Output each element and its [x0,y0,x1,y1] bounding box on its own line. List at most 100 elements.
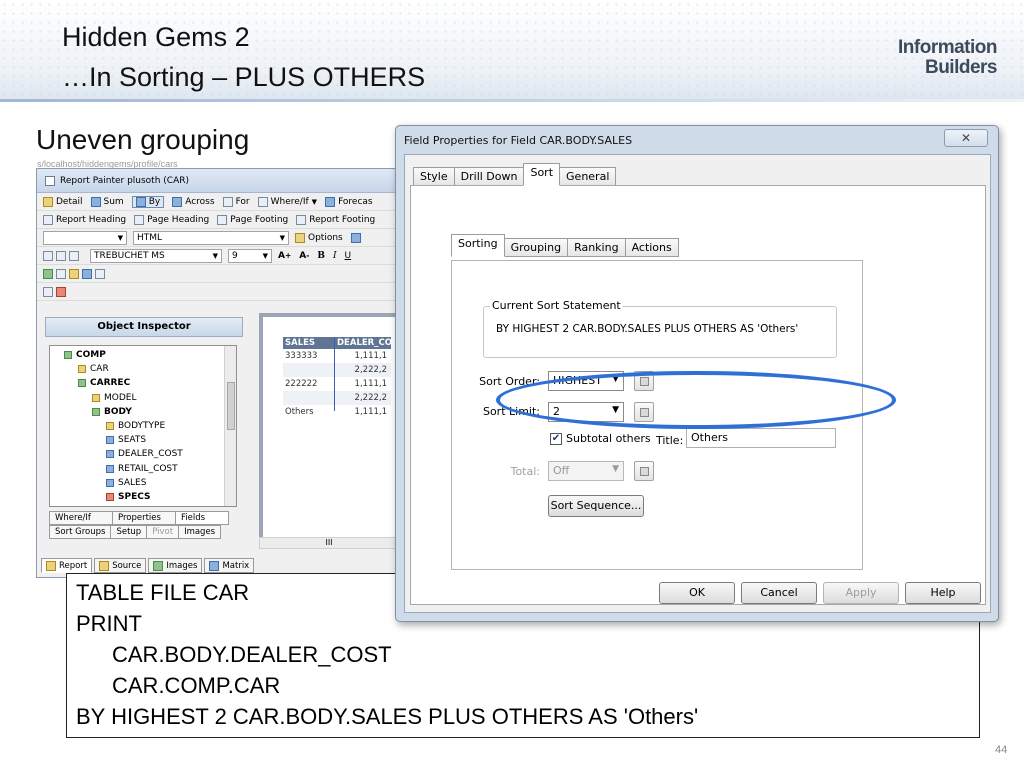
misc-buttons[interactable] [43,286,69,297]
tab-properties[interactable]: Properties [112,511,176,525]
frame-icon [43,286,53,297]
page-footing-button[interactable]: Page Footing [217,214,288,225]
object-inspector-panel: Object Inspector COMP CAR CARREC MODEL BODY B… [45,317,243,543]
tree-item-label: BODYTYPE [118,421,166,432]
for-button[interactable]: For [222,196,250,207]
report-row: 222222 1,111,1 [283,377,391,391]
underline-button[interactable]: U [345,251,352,261]
tree-item[interactable]: SPECS [50,490,236,504]
options-button[interactable]: Options [295,232,343,243]
tab-images-view[interactable]: Images [148,558,203,573]
tree-item-label: LENGTH [132,506,168,507]
matrix-icon [209,560,220,571]
report-footing-button[interactable]: Report Footing [296,214,375,225]
tree-item[interactable]: RETAIL_COST [50,462,236,476]
subtotal-others-checkbox[interactable]: ✔ [550,433,562,445]
style-combo[interactable]: ▼ [43,230,127,245]
toolbar-tools [37,265,397,283]
sort-limit-value: 2 [553,405,560,418]
font-combo[interactable]: TREBUCHET MS ▼ [90,248,222,263]
apply-button[interactable]: Apply [823,582,899,604]
dialog-title: Field Properties for Field CAR.BODY.SALE… [404,134,633,147]
columns-icon [69,250,79,261]
tree-item[interactable]: BODYTYPE [50,419,236,433]
where-if-button[interactable]: Where/If ▼ [257,196,317,207]
tab-images[interactable]: Images [178,525,222,539]
canvas-hscrollbar[interactable]: III [259,537,397,549]
grow-font-button[interactable]: A + [278,251,291,261]
tab-source-label: Source [112,560,142,571]
segment-icon [78,379,86,388]
toolbar-misc [37,283,397,301]
italic-button[interactable]: I [333,251,337,261]
tree-rows: COMP CAR CARREC MODEL BODY BODYTYPE SEATS DEALE… [50,346,236,507]
sort-limit-select[interactable]: 2 ▼ [548,402,624,422]
tab-setup[interactable]: Setup [110,525,148,539]
across-button[interactable]: Across [172,196,215,207]
tree-item[interactable]: DEALER_COST [50,447,236,461]
sort-order-select[interactable]: HIGHEST ▼ [548,371,624,391]
by-label: By [148,196,161,207]
tab-fields[interactable]: Fields [175,511,229,525]
tab-report[interactable]: Report [41,558,93,573]
cancel-button[interactable]: Cancel [741,582,817,604]
tree-item[interactable]: BODY [50,405,236,419]
report-page[interactable]: SALES DEALER_COS 333333 1,111,1 2,222,2 222… [263,317,397,543]
tab-source[interactable]: Source [94,558,147,573]
sort-order-picker-button[interactable] [634,371,654,391]
tree-item[interactable]: SEATS [50,433,236,447]
tab-style[interactable]: Style [413,167,455,186]
picker-icon [640,467,649,476]
page-heading-button[interactable]: Page Heading [134,214,209,225]
tab-drill-down[interactable]: Drill Down [453,167,525,186]
tab-ranking[interactable]: Ranking [567,238,626,257]
shrink-font-button[interactable]: A- [299,251,309,261]
title-input[interactable]: Others [686,428,836,448]
total-picker-button[interactable] [634,461,654,481]
tree-item[interactable]: CAR [50,362,236,376]
report-cell: 1,111,1 [354,351,387,361]
help-button[interactable]: Help [905,582,981,604]
tab-matrix[interactable]: Matrix [204,558,255,573]
tree-item[interactable]: LENGTH [50,504,236,507]
format-combo[interactable]: HTML ▼ [133,230,289,245]
sort-limit-picker-button[interactable] [634,402,654,422]
tab-actions[interactable]: Actions [624,238,679,257]
tab-sort-groups[interactable]: Sort Groups [49,525,112,539]
tree-item[interactable]: SALES [50,476,236,490]
field-tree[interactable]: COMP CAR CARREC MODEL BODY BODYTYPE SEATS DEALE… [49,345,237,507]
font-size-combo[interactable]: 9 ▼ [228,248,272,263]
toolbar-font: TREBUCHET MS ▼ 9 ▼ A + A- B I U [37,247,397,265]
field-icon [106,478,114,487]
header-sales: SALES [285,338,316,348]
tree-item[interactable]: MODEL [50,391,236,405]
column-layout-buttons[interactable] [43,250,82,261]
sum-button[interactable]: Sum [90,196,124,207]
total-select[interactable]: Off ▼ [548,461,624,481]
slide-subtitle: Uneven grouping [36,124,250,155]
tree-scrollbar-thumb[interactable] [227,382,235,430]
view-tabs: Report Source Images Matrix [41,558,256,573]
by-button[interactable]: By [131,195,165,208]
tools-buttons[interactable] [43,268,108,279]
tab-sort[interactable]: Sort [523,163,561,186]
tree-item[interactable]: CARREC [50,376,236,390]
tab-grouping[interactable]: Grouping [503,238,569,257]
tab-sorting[interactable]: Sorting [451,234,505,257]
logo-line1: Information [898,37,998,58]
tree-item[interactable]: COMP [50,348,236,362]
save-button[interactable] [350,232,364,243]
tab-general[interactable]: General [559,167,617,186]
tree-scrollbar[interactable] [224,346,236,506]
close-button[interactable]: ✕ [944,129,988,147]
detail-button[interactable]: Detail [43,196,83,207]
tab-where-if[interactable]: Where/If [49,511,113,525]
sort-sequence-button[interactable]: Sort Sequence... [548,495,644,517]
ok-button[interactable]: OK [659,582,735,604]
tree-item-label: CAR [90,364,109,375]
forecast-button[interactable]: Forecas [325,196,373,207]
report-cell: 222222 [285,379,318,389]
report-heading-button[interactable]: Report Heading [43,214,126,225]
bold-button[interactable]: B [317,251,325,261]
tab-pivot[interactable]: Pivot [146,525,180,539]
